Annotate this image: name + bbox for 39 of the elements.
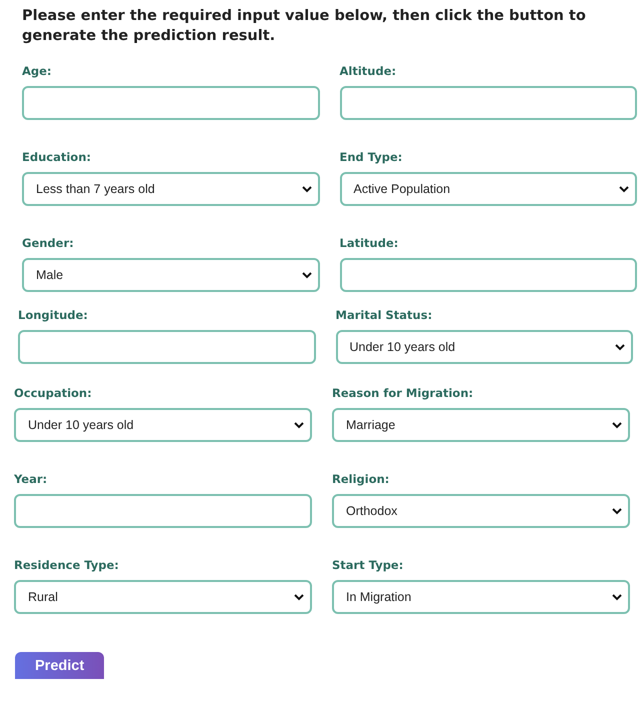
dropdown[interactable]: Marriage xyxy=(332,408,630,442)
field-label: Marital Status: xyxy=(336,308,434,322)
chevron-down-icon xyxy=(612,508,622,514)
field-label: Education: xyxy=(22,150,92,164)
field-label: Longitude: xyxy=(18,308,89,322)
dropdown[interactable]: Under 10 years old xyxy=(336,330,633,364)
input-field[interactable] xyxy=(340,86,637,120)
dropdown[interactable]: Male xyxy=(22,258,320,292)
field-label: Reason for Migration: xyxy=(332,386,474,400)
input-field[interactable] xyxy=(18,330,316,364)
field-label: End Type: xyxy=(340,150,404,164)
chevron-down-icon xyxy=(619,186,629,192)
chevron-down-icon xyxy=(294,594,304,600)
dropdown[interactable]: Orthodox xyxy=(332,494,630,528)
dropdown[interactable]: In Migration xyxy=(332,580,630,614)
field-label: Gender: xyxy=(22,236,75,250)
chevron-down-icon xyxy=(302,272,312,278)
field-label: Residence Type: xyxy=(14,558,120,572)
instructions-text: Please enter the required input value below, then click the button to generate the prediction result. xyxy=(22,7,587,46)
field-label: Year: xyxy=(14,472,48,486)
field-label: Latitude: xyxy=(340,236,400,250)
chevron-down-icon xyxy=(612,422,622,428)
chevron-down-icon xyxy=(612,594,622,600)
dropdown[interactable]: Less than 7 years old xyxy=(22,172,320,206)
dropdown[interactable]: Active Population xyxy=(340,172,637,206)
input-field[interactable] xyxy=(340,258,637,292)
field-label: Altitude: xyxy=(340,64,398,78)
dropdown[interactable]: Under 10 years old xyxy=(14,408,312,442)
field-label: Religion: xyxy=(332,472,390,486)
chevron-down-icon xyxy=(615,344,625,350)
field-label: Age: xyxy=(22,64,53,78)
dropdown[interactable]: Rural xyxy=(14,580,312,614)
field-label: Start Type: xyxy=(332,558,404,572)
input-field[interactable] xyxy=(22,86,320,120)
chevron-down-icon xyxy=(294,422,304,428)
field-label: Occupation: xyxy=(14,386,93,400)
predict-button[interactable]: Predict xyxy=(15,652,104,679)
chevron-down-icon xyxy=(302,186,312,192)
input-field[interactable] xyxy=(14,494,312,528)
